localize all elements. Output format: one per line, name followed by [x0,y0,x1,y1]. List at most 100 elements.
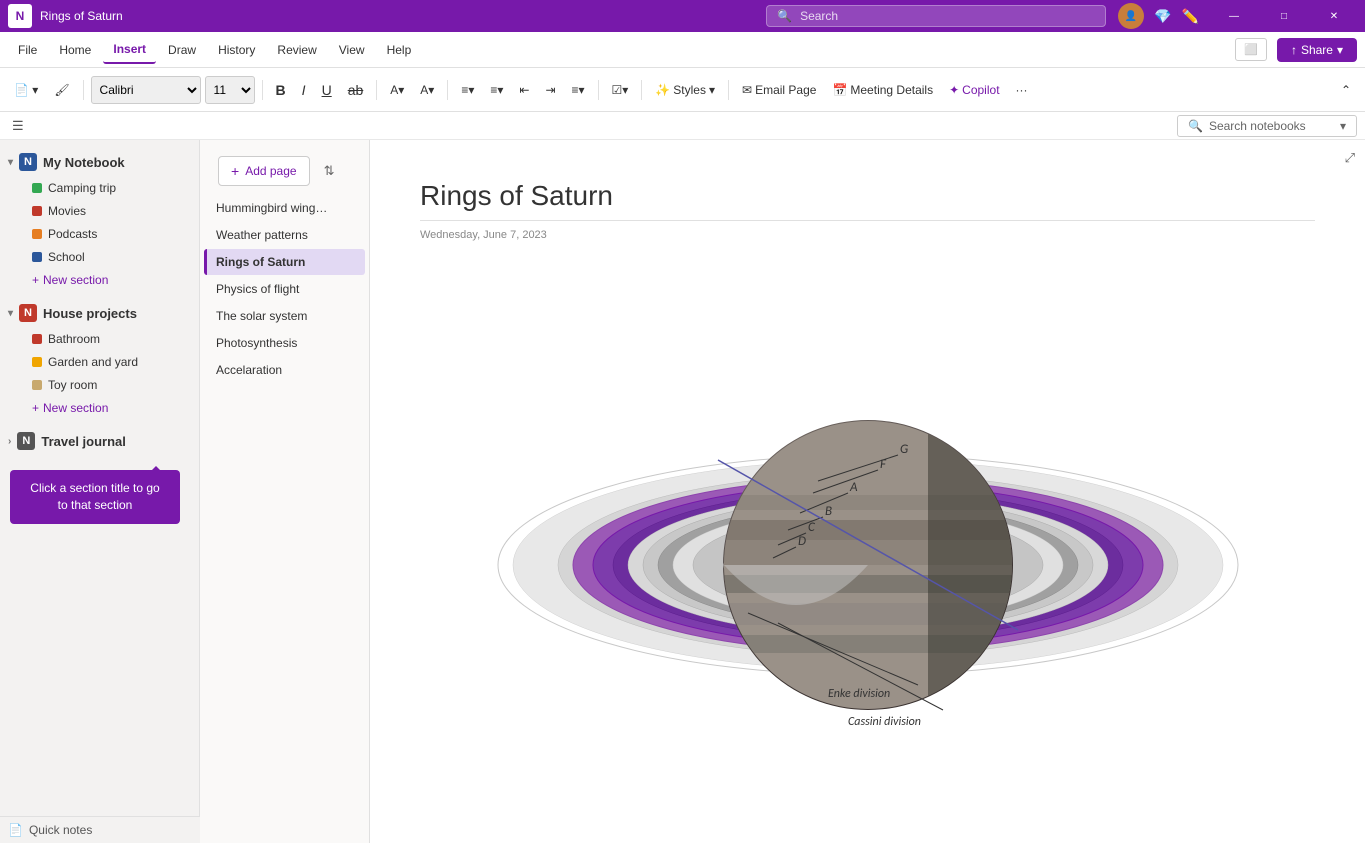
bullets-button[interactable]: ≡▾ [455,75,480,105]
immersive-reader-button[interactable]: ⬜ [1235,38,1267,61]
toolbar: 📄 ▾ 🖌 Calibri 11 B I U ab A▾ A▾ ≡▾ ≡▾ ⇤ … [0,68,1365,112]
font-color-button[interactable]: A▾ [414,75,440,105]
sidebar: ▾ N My Notebook Camping trip Movies Podc… [0,140,200,816]
font-family-select[interactable]: Calibri [91,76,201,104]
pages-panel: + Add page ⇅ Hummingbird wing… Weather p… [200,140,370,843]
menu-file[interactable]: File [8,37,47,63]
outdent-button[interactable]: ⇤ [513,75,535,105]
section-bathroom[interactable]: Bathroom [4,328,195,350]
svg-text:Cassini division: Cassini division [848,715,921,729]
tooltip-popup: Click a section title to go to that sect… [10,470,180,524]
chevron-right-icon: › [8,436,11,447]
house-projects-icon: N [19,304,37,322]
global-search[interactable]: 🔍 Search [766,5,1106,27]
svg-text:B: B [825,504,832,519]
toolbar-separator-4 [447,80,448,100]
chevron-down-icon: ▾ [1337,43,1343,57]
italic-button[interactable]: I [296,75,312,105]
sort-pages-button[interactable]: ⇅ [320,159,339,183]
school-dot [32,252,42,262]
indent-button[interactable]: ⇥ [539,75,561,105]
section-garden-and-yard[interactable]: Garden and yard [4,351,195,373]
profile-avatar[interactable]: 👤 [1118,3,1144,29]
add-page-icon: + [231,163,239,179]
page-accelaration[interactable]: Accelaration [204,357,365,383]
font-size-select[interactable]: 11 [205,76,255,104]
new-section-house-projects[interactable]: + New section [4,397,195,419]
saturn-diagram: G F A B C D Enke di [420,265,1315,745]
search-icon: 🔍 [777,9,792,23]
podcasts-dot [32,229,42,239]
menu-history[interactable]: History [208,37,265,63]
svg-text:F: F [880,457,887,472]
my-notebook-label: My Notebook [43,155,125,170]
toy-room-dot [32,380,42,390]
notebook-my-notebook-header[interactable]: ▾ N My Notebook [0,148,199,176]
notebook-travel-journal-header[interactable]: › N Travel journal [0,427,199,455]
page-hummingbird[interactable]: Hummingbird wing… [204,195,365,221]
more-button[interactable]: ··· [1010,75,1034,105]
movies-dot [32,206,42,216]
section-movies[interactable]: Movies [4,200,195,222]
minimize-button[interactable]: — [1211,0,1257,32]
house-projects-label: House projects [43,306,137,321]
page-physics-of-flight[interactable]: Physics of flight [204,276,365,302]
svg-text:G: G [900,442,908,457]
notebook-house-projects-header[interactable]: ▾ N House projects [0,299,199,327]
copilot-button[interactable]: ✦ Copilot [943,75,1005,105]
page-rings-of-saturn[interactable]: Rings of Saturn [204,249,365,275]
maximize-button[interactable]: □ [1261,0,1307,32]
main-area: ▾ N My Notebook Camping trip Movies Podc… [0,140,1365,843]
page-photosynthesis[interactable]: Photosynthesis [204,330,365,356]
share-button[interactable]: ↑ Share ▾ [1277,38,1357,62]
format-painter-button[interactable]: 🖌 [48,75,75,105]
saturn-svg: G F A B C D Enke di [478,265,1258,745]
page-weather-patterns[interactable]: Weather patterns [204,222,365,248]
window-title: Rings of Saturn [40,9,766,23]
toolbar-separator-1 [83,80,84,100]
page-title: Rings of Saturn [420,180,1315,221]
menu-help[interactable]: Help [377,37,422,63]
numbering-button[interactable]: ≡▾ [484,75,509,105]
section-camping-trip[interactable]: Camping trip [4,177,195,199]
pen-icon[interactable]: ✏️ [1182,8,1199,25]
window-controls: — □ ✕ [1211,0,1357,32]
close-button[interactable]: ✕ [1311,0,1357,32]
checkbox-button[interactable]: ☑▾ [606,75,635,105]
strikethrough-button[interactable]: ab [342,75,370,105]
menu-insert[interactable]: Insert [103,36,156,64]
collapse-ribbon-button[interactable]: ⌃ [1335,75,1357,105]
camping-trip-dot [32,183,42,193]
page-solar-system[interactable]: The solar system [204,303,365,329]
gem-icon[interactable]: 💎 [1154,8,1171,25]
menu-home[interactable]: Home [49,37,101,63]
menu-bar: File Home Insert Draw History Review Vie… [0,32,1365,68]
content-area: ⤢ Rings of Saturn Wednesday, June 7, 202… [370,140,1365,843]
underline-button[interactable]: U [316,75,338,105]
expand-button[interactable]: ⤢ [1345,150,1355,166]
menu-view[interactable]: View [329,37,375,63]
styles-button[interactable]: ✨ Styles ▾ [649,75,721,105]
app-icon: N [8,4,32,28]
quick-notes-footer[interactable]: 📄 Quick notes [0,816,200,843]
align-button[interactable]: ≡▾ [566,75,591,105]
email-page-button[interactable]: ✉ Email Page [736,75,822,105]
chevron-down-icon: ▾ [8,157,13,168]
travel-journal-icon: N [17,432,35,450]
bold-button[interactable]: B [270,75,292,105]
section-podcasts[interactable]: Podcasts [4,223,195,245]
meeting-details-button[interactable]: 📅 Meeting Details [826,75,939,105]
hamburger-menu[interactable]: ☰ [8,114,28,138]
section-school[interactable]: School [4,246,195,268]
toolbar-separator-3 [376,80,377,100]
section-toy-room[interactable]: Toy room [4,374,195,396]
notebook-my-notebook: ▾ N My Notebook Camping trip Movies Podc… [0,148,199,291]
quick-notes-label: Quick notes [29,823,92,837]
new-page-button[interactable]: 📄 ▾ [8,75,44,105]
highlight-button[interactable]: A▾ [384,75,410,105]
add-page-button[interactable]: + Add page [218,156,310,186]
menu-draw[interactable]: Draw [158,37,206,63]
search-notebooks[interactable]: 🔍 Search notebooks ▾ [1177,115,1357,137]
menu-review[interactable]: Review [267,37,326,63]
new-section-my-notebook[interactable]: + New section [4,269,195,291]
